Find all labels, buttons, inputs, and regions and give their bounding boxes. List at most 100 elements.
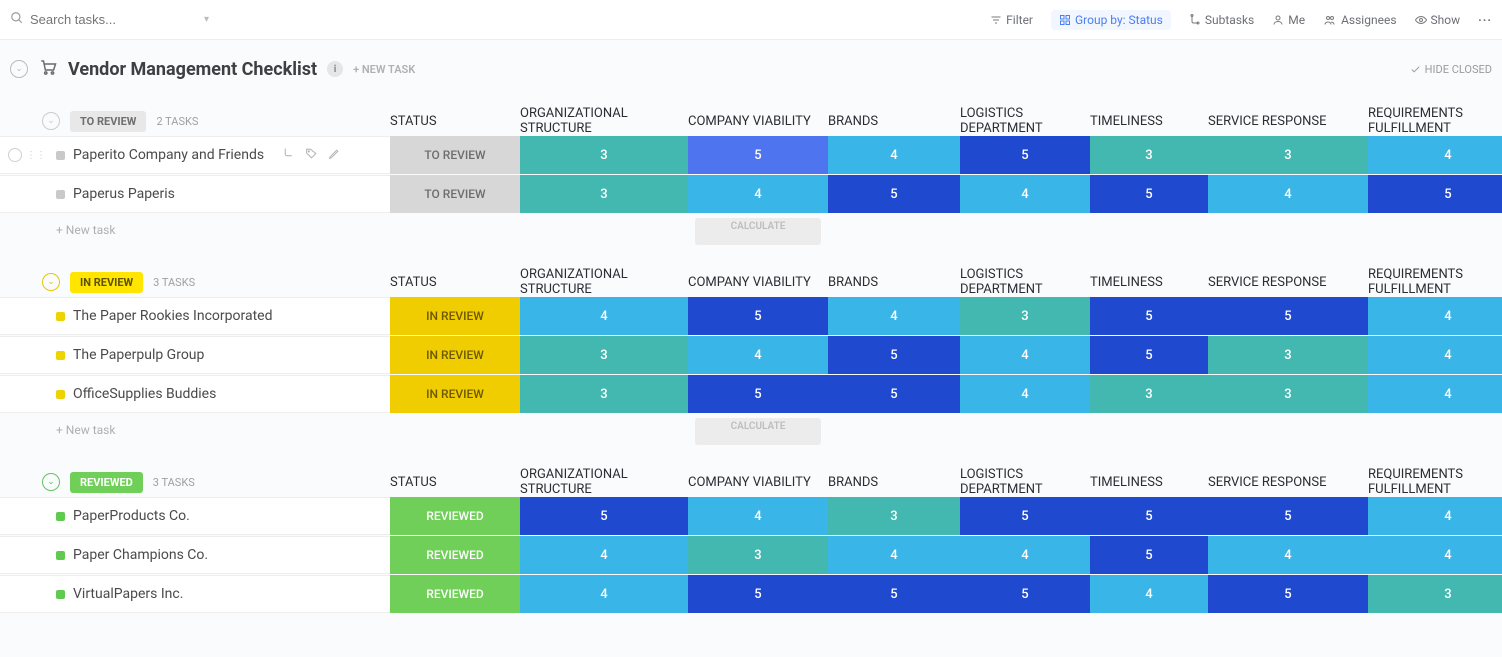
score-cell-timeliness[interactable]: 5 — [1090, 497, 1208, 535]
score-cell-brands[interactable]: 3 — [828, 497, 960, 535]
score-cell-logistics[interactable]: 5 — [960, 575, 1090, 613]
score-cell-org[interactable]: 3 — [520, 375, 688, 413]
column-header[interactable]: TIMELINESS — [1090, 475, 1208, 490]
task-name-cell[interactable]: ⋮⋮Paperito Company and Friends — [0, 136, 390, 174]
group-by-button[interactable]: Group by: Status — [1051, 10, 1171, 30]
score-cell-brands[interactable]: 5 — [828, 336, 960, 374]
assignees-button[interactable]: Assignees — [1323, 13, 1396, 27]
task-name-cell[interactable]: The Paper Rookies Incorporated — [0, 297, 390, 335]
status-cell[interactable]: REVIEWED — [390, 497, 520, 535]
score-cell-requirements[interactable]: 4 — [1368, 375, 1502, 413]
score-cell-service[interactable]: 4 — [1208, 175, 1368, 213]
table-row[interactable]: VirtualPapers Inc.REVIEWED4555453 — [0, 575, 1502, 613]
score-cell-service[interactable]: 4 — [1208, 536, 1368, 574]
table-row[interactable]: The Paperpulp GroupIN REVIEW3454534 — [0, 336, 1502, 374]
score-cell-service[interactable]: 5 — [1208, 297, 1368, 335]
column-header[interactable]: STATUS — [390, 275, 520, 290]
task-name-cell[interactable]: OfficeSupplies Buddies — [0, 375, 390, 413]
score-cell-timeliness[interactable]: 5 — [1090, 175, 1208, 213]
status-cell[interactable]: IN REVIEW — [390, 336, 520, 374]
group-status-pill[interactable]: IN REVIEW — [70, 272, 143, 293]
column-header[interactable]: TIMELINESS — [1090, 114, 1208, 129]
score-cell-viability[interactable]: 5 — [688, 575, 828, 613]
score-cell-timeliness[interactable]: 5 — [1090, 536, 1208, 574]
score-cell-requirements[interactable]: 4 — [1368, 536, 1502, 574]
search-input[interactable] — [30, 12, 190, 27]
column-header[interactable]: SERVICE RESPONSE — [1208, 275, 1368, 290]
table-row[interactable]: Paper Champions Co.REVIEWED4344544 — [0, 536, 1502, 574]
task-name-cell[interactable]: Paperus Paperis — [0, 175, 390, 213]
score-cell-org[interactable]: 3 — [520, 136, 688, 174]
column-header[interactable]: ORGANIZATIONAL STRUCTURE — [520, 467, 688, 497]
column-header[interactable]: LOGISTICS DEPARTMENT — [960, 106, 1090, 136]
score-cell-viability[interactable]: 5 — [688, 375, 828, 413]
table-row[interactable]: OfficeSupplies BuddiesIN REVIEW3554334 — [0, 375, 1502, 413]
column-header[interactable]: LOGISTICS DEPARTMENT — [960, 267, 1090, 297]
score-cell-service[interactable]: 5 — [1208, 497, 1368, 535]
column-header[interactable]: LOGISTICS DEPARTMENT — [960, 467, 1090, 497]
group-status-pill[interactable]: TO REVIEW — [70, 111, 146, 132]
group-status-pill[interactable]: REVIEWED — [70, 472, 143, 493]
new-task-row[interactable]: + New task — [0, 215, 390, 245]
new-task-button[interactable]: + NEW TASK — [353, 63, 415, 76]
calculate-button[interactable]: CALCULATE — [695, 218, 822, 245]
column-header[interactable]: COMPANY VIABILITY — [688, 475, 828, 490]
table-row[interactable]: Paperus PaperisTO REVIEW3454545 — [0, 175, 1502, 213]
score-cell-timeliness[interactable]: 3 — [1090, 375, 1208, 413]
score-cell-viability[interactable]: 3 — [688, 536, 828, 574]
score-cell-requirements[interactable]: 4 — [1368, 297, 1502, 335]
score-cell-org[interactable]: 4 — [520, 536, 688, 574]
column-header[interactable]: BRANDS — [828, 475, 960, 490]
subtask-icon[interactable] — [282, 147, 295, 163]
score-cell-timeliness[interactable]: 3 — [1090, 136, 1208, 174]
score-cell-logistics[interactable]: 4 — [960, 336, 1090, 374]
score-cell-service[interactable]: 3 — [1208, 136, 1368, 174]
score-cell-logistics[interactable]: 4 — [960, 375, 1090, 413]
column-header[interactable]: ORGANIZATIONAL STRUCTURE — [520, 106, 688, 136]
score-cell-logistics[interactable]: 4 — [960, 536, 1090, 574]
open-circle-icon[interactable] — [8, 148, 22, 162]
edit-icon[interactable] — [328, 147, 341, 163]
table-row[interactable]: The Paper Rookies IncorporatedIN REVIEW4… — [0, 297, 1502, 335]
score-cell-viability[interactable]: 4 — [688, 497, 828, 535]
task-name-cell[interactable]: Paper Champions Co. — [0, 536, 390, 574]
group-toggle[interactable]: ⌄ — [42, 112, 60, 130]
score-cell-brands[interactable]: 5 — [828, 575, 960, 613]
column-header[interactable]: COMPANY VIABILITY — [688, 275, 828, 290]
score-cell-org[interactable]: 4 — [520, 297, 688, 335]
me-button[interactable]: Me — [1272, 13, 1305, 27]
score-cell-requirements[interactable]: 4 — [1368, 336, 1502, 374]
column-header[interactable]: BRANDS — [828, 275, 960, 290]
status-cell[interactable]: TO REVIEW — [390, 136, 520, 174]
score-cell-timeliness[interactable]: 4 — [1090, 575, 1208, 613]
calculate-button[interactable]: CALCULATE — [695, 418, 822, 445]
column-header[interactable]: SERVICE RESPONSE — [1208, 475, 1368, 490]
score-cell-brands[interactable]: 4 — [828, 136, 960, 174]
score-cell-brands[interactable]: 5 — [828, 175, 960, 213]
score-cell-logistics[interactable]: 5 — [960, 136, 1090, 174]
table-row[interactable]: PaperProducts Co.REVIEWED5435554 — [0, 497, 1502, 535]
score-cell-service[interactable]: 5 — [1208, 575, 1368, 613]
score-cell-org[interactable]: 5 — [520, 497, 688, 535]
score-cell-requirements[interactable]: 3 — [1368, 575, 1502, 613]
status-cell[interactable]: REVIEWED — [390, 536, 520, 574]
column-header[interactable]: BRANDS — [828, 114, 960, 129]
collapse-list-toggle[interactable]: ⌄ — [10, 60, 28, 78]
score-cell-logistics[interactable]: 3 — [960, 297, 1090, 335]
drag-handle-icon[interactable]: ⋮⋮ — [26, 150, 46, 161]
new-task-row[interactable]: + New task — [0, 415, 390, 445]
task-name-cell[interactable]: The Paperpulp Group — [0, 336, 390, 374]
subtasks-button[interactable]: Subtasks — [1189, 13, 1254, 27]
column-header[interactable]: REQUIREMENTS FULFILLMENT — [1368, 106, 1502, 136]
column-header[interactable]: REQUIREMENTS FULFILLMENT — [1368, 267, 1502, 297]
score-cell-brands[interactable]: 5 — [828, 375, 960, 413]
column-header[interactable]: SERVICE RESPONSE — [1208, 114, 1368, 129]
table-row[interactable]: ⋮⋮Paperito Company and FriendsTO REVIEW3… — [0, 136, 1502, 174]
score-cell-logistics[interactable]: 4 — [960, 175, 1090, 213]
column-header[interactable]: TIMELINESS — [1090, 275, 1208, 290]
group-toggle[interactable]: ⌄ — [42, 273, 60, 291]
status-cell[interactable]: IN REVIEW — [390, 375, 520, 413]
score-cell-requirements[interactable]: 4 — [1368, 497, 1502, 535]
score-cell-timeliness[interactable]: 5 — [1090, 336, 1208, 374]
score-cell-brands[interactable]: 4 — [828, 536, 960, 574]
